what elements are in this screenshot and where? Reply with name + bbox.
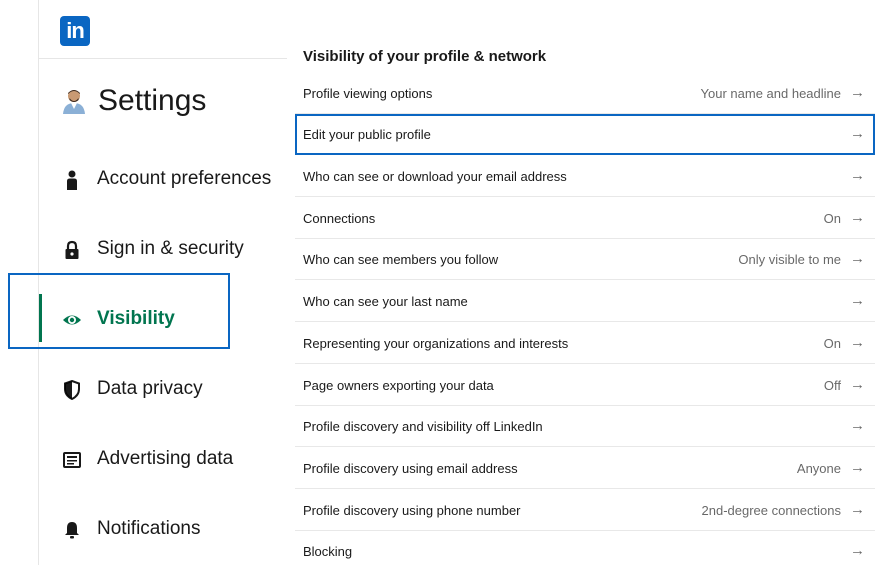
arrow-right-icon: → — [850, 209, 865, 226]
row-value: On — [823, 211, 841, 226]
sidebar-item-advertising-data[interactable]: Advertising data — [40, 435, 280, 485]
arrow-right-icon: → — [850, 542, 865, 559]
row-discovery-phone[interactable]: Profile discovery using phone number 2nd… — [295, 490, 875, 531]
row-value: 2nd-degree connections — [701, 503, 842, 518]
arrow-right-icon: → — [850, 84, 865, 101]
arrow-right-icon: → — [850, 459, 865, 476]
arrow-right-icon: → — [850, 334, 865, 351]
lock-icon — [65, 240, 79, 259]
section-title: Visibility of your profile & network — [303, 48, 547, 65]
arrow-right-icon: → — [850, 125, 865, 142]
row-discovery-email[interactable]: Profile discovery using email address An… — [295, 448, 875, 489]
shield-icon — [64, 380, 80, 400]
row-email-visibility[interactable]: Who can see or download your email addre… — [295, 156, 875, 197]
row-profile-discovery-off-linkedin[interactable]: Profile discovery and visibility off Lin… — [295, 406, 875, 447]
row-label: Blocking — [303, 544, 353, 559]
sidebar-item-label: Data privacy — [97, 378, 203, 399]
sidebar-item-data-privacy[interactable]: Data privacy — [40, 365, 280, 415]
row-label: Profile discovery using phone number — [303, 503, 521, 518]
row-label: Who can see members you follow — [303, 252, 499, 267]
row-label: Profile viewing options — [303, 86, 433, 101]
avatar — [63, 90, 85, 114]
row-label: Edit your public profile — [303, 127, 431, 142]
row-value: Off — [823, 378, 841, 393]
row-members-you-follow[interactable]: Who can see members you follow Only visi… — [295, 239, 875, 280]
row-edit-public-profile[interactable]: Edit your public profile → — [295, 114, 875, 155]
row-connections[interactable]: Connections On → — [295, 198, 875, 239]
arrow-right-icon: → — [850, 501, 865, 518]
row-label: Page owners exporting your data — [303, 378, 494, 393]
sidebar-item-label: Sign in & security — [97, 238, 244, 259]
row-representing-organizations[interactable]: Representing your organizations and inte… — [295, 323, 875, 364]
arrow-right-icon: → — [850, 250, 865, 267]
newspaper-icon — [63, 452, 81, 468]
arrow-right-icon: → — [850, 376, 865, 393]
arrow-right-icon: → — [850, 167, 865, 184]
row-last-name[interactable]: Who can see your last name → — [295, 281, 875, 322]
sidebar-item-sign-in-security[interactable]: Sign in & security — [40, 225, 280, 275]
settings-sidebar: in Settings Account preferences Sign in … — [0, 0, 287, 565]
row-label: Connections — [303, 211, 376, 226]
sidebar-item-label: Account preferences — [97, 168, 272, 189]
row-value: Your name and headline — [700, 86, 841, 101]
sidebar-item-notifications[interactable]: Notifications — [40, 505, 280, 555]
arrow-right-icon: → — [850, 417, 865, 434]
visibility-settings-panel: Visibility of your profile & network Pro… — [287, 0, 875, 565]
row-value: Only visible to me — [738, 252, 841, 267]
page-title: Settings — [98, 84, 207, 117]
bell-icon — [65, 522, 79, 539]
row-label: Who can see or download your email addre… — [303, 169, 567, 184]
row-blocking[interactable]: Blocking → — [295, 531, 875, 572]
linkedin-logo-icon[interactable]: in — [60, 16, 90, 46]
sidebar-divider — [39, 58, 287, 59]
sidebar-item-label: Notifications — [97, 518, 201, 539]
person-icon — [67, 170, 77, 190]
arrow-right-icon: → — [850, 292, 865, 309]
sidebar-item-label: Advertising data — [97, 448, 234, 469]
row-label: Profile discovery using email address — [303, 461, 518, 476]
row-label: Who can see your last name — [303, 294, 468, 309]
sidebar-item-account-preferences[interactable]: Account preferences — [40, 155, 280, 205]
row-profile-viewing-options[interactable]: Profile viewing options Your name and he… — [295, 73, 875, 114]
row-value: On — [823, 336, 841, 351]
focus-outline — [8, 273, 230, 349]
row-label: Profile discovery and visibility off Lin… — [303, 419, 543, 434]
row-value: Anyone — [796, 461, 841, 476]
row-label: Representing your organizations and inte… — [303, 336, 569, 351]
row-page-owners-exporting[interactable]: Page owners exporting your data Off → — [295, 365, 875, 406]
